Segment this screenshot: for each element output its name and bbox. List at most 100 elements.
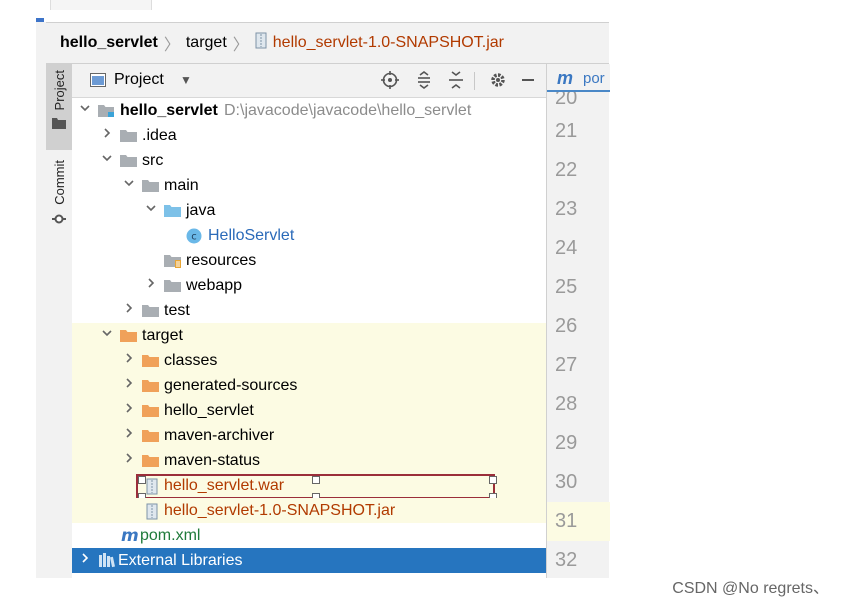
tree-item-label: resources	[186, 252, 257, 269]
tree-item[interactable]: resources	[72, 248, 546, 273]
folder-orange-icon	[142, 453, 160, 468]
line-number: 24	[555, 237, 578, 259]
editor-tab-label: por	[583, 70, 605, 87]
line-number: 27	[555, 354, 578, 376]
tree-item[interactable]: hello_servlet	[72, 398, 546, 423]
folder-gray-icon	[164, 278, 182, 293]
line-number: 25	[555, 276, 578, 298]
chevron-right-icon[interactable]	[122, 377, 136, 393]
chevron-right-icon[interactable]	[122, 302, 136, 318]
tree-item-label: maven-status	[164, 452, 261, 469]
toolbar-divider	[474, 72, 475, 90]
line-number: 30	[555, 471, 578, 493]
tree-item-label: generated-sources	[164, 377, 298, 394]
breadcrumb: hello_servlet 〉 target 〉 hello_servlet-1…	[46, 22, 609, 64]
tree-item[interactable]: webapp	[72, 273, 546, 298]
archive-icon	[146, 503, 164, 520]
tree-item-label: .idea	[142, 127, 177, 144]
maven-icon: m	[557, 68, 574, 88]
archive-icon	[255, 32, 267, 54]
chevron-right-icon[interactable]	[78, 552, 92, 568]
chevron-right-icon[interactable]	[100, 127, 114, 143]
chevron-right-icon[interactable]	[122, 402, 136, 418]
chevron-right-icon[interactable]	[122, 352, 136, 368]
tree-item-label: java	[186, 202, 216, 219]
breadcrumb-jar[interactable]: hello_servlet-1.0-SNAPSHOT.jar	[273, 34, 504, 52]
line-number: 26	[555, 315, 578, 337]
tree-item[interactable]: c HelloServlet	[72, 223, 546, 248]
tree-item[interactable]: m pom.xml	[72, 523, 546, 548]
locate-icon[interactable]	[378, 68, 402, 92]
tree-item-label: External Libraries	[118, 552, 243, 569]
tree-item[interactable]: generated-sources	[72, 373, 546, 398]
tree-item[interactable]: External Libraries	[72, 548, 546, 573]
tab-project-label: Project	[51, 70, 67, 111]
collapse-all-icon[interactable]	[444, 68, 468, 92]
project-tree: hello_servlet D:\javacode\javacode\hello_…	[72, 98, 546, 578]
tree-item[interactable]: hello_servlet.war	[72, 473, 546, 501]
folder-orange-icon	[142, 403, 160, 418]
breadcrumb-root[interactable]: hello_servlet	[60, 34, 158, 52]
chevron-down-icon[interactable]	[100, 327, 114, 343]
tab-commit[interactable]: Commit	[46, 160, 72, 240]
tab-stub	[50, 0, 152, 10]
line-number: 20	[555, 92, 578, 104]
tree-item-label: classes	[164, 352, 218, 369]
expand-all-icon[interactable]	[412, 68, 436, 92]
tree-item-label: hello_servlet	[164, 402, 254, 419]
minimize-icon[interactable]	[516, 68, 540, 92]
line-number: 22	[555, 159, 578, 181]
tab-project[interactable]: Project	[46, 64, 72, 150]
folder-gray-icon	[120, 128, 138, 143]
chevron-right-icon: 〉	[232, 37, 249, 54]
resize-handle	[138, 476, 146, 484]
line-number: 23	[555, 198, 578, 220]
tree-item[interactable]: hello_servlet-1.0-SNAPSHOT.jar	[72, 498, 546, 523]
top-strip	[36, 0, 609, 22]
line-number: 28	[555, 393, 578, 415]
tree-item[interactable]: hello_servlet D:\javacode\javacode\hello_…	[72, 98, 546, 123]
tree-item[interactable]: test	[72, 298, 546, 323]
accent-mark	[36, 18, 44, 22]
project-view-icon	[90, 73, 106, 92]
tab-commit-label: Commit	[51, 160, 67, 205]
svg-text:m: m	[121, 528, 139, 544]
breadcrumb-target[interactable]: target	[186, 34, 227, 52]
tree-item[interactable]: maven-archiver	[72, 423, 546, 448]
tree-item[interactable]: java	[72, 198, 546, 223]
tree-item[interactable]: maven-status	[72, 448, 546, 473]
chevron-right-icon[interactable]	[122, 427, 136, 443]
tree-item[interactable]: src	[72, 148, 546, 173]
tree-item-label: hello_servlet-1.0-SNAPSHOT.jar	[164, 502, 396, 519]
project-panel-header: Project ▼	[72, 64, 546, 98]
folder-gray-icon	[142, 178, 160, 193]
tree-item-label: test	[164, 302, 190, 319]
tree-item-label: maven-archiver	[164, 427, 275, 444]
tree-item[interactable]: target	[72, 323, 546, 348]
folder-icon	[52, 116, 66, 134]
folder-orange-icon	[142, 378, 160, 393]
tree-item-label: hello_servlet	[120, 102, 218, 119]
chevron-down-icon[interactable]	[100, 152, 114, 168]
class-icon: c	[186, 228, 204, 244]
editor-tab[interactable]: m por	[547, 64, 610, 92]
folder-gray-icon	[120, 153, 138, 168]
tree-item[interactable]: .idea	[72, 123, 546, 148]
highlight-box	[136, 474, 497, 501]
chevron-right-icon[interactable]	[122, 452, 136, 468]
bottom-gap	[36, 578, 609, 608]
tree-item-label: src	[142, 152, 164, 169]
tree-item[interactable]: main	[72, 173, 546, 198]
folder-orange-icon	[142, 428, 160, 443]
chevron-down-icon[interactable]	[78, 102, 92, 118]
tree-item[interactable]: classes	[72, 348, 546, 373]
chevron-down-icon[interactable]	[144, 202, 158, 218]
resize-handle	[311, 476, 320, 484]
project-panel-title[interactable]: Project	[114, 71, 164, 89]
chevron-down-icon[interactable]: ▼	[180, 73, 192, 87]
tree-item-label: main	[164, 177, 199, 194]
chevron-down-icon[interactable]	[122, 177, 136, 193]
chevron-right-icon[interactable]	[144, 277, 158, 293]
gear-icon[interactable]	[486, 68, 510, 92]
maven-icon: m	[120, 526, 139, 546]
